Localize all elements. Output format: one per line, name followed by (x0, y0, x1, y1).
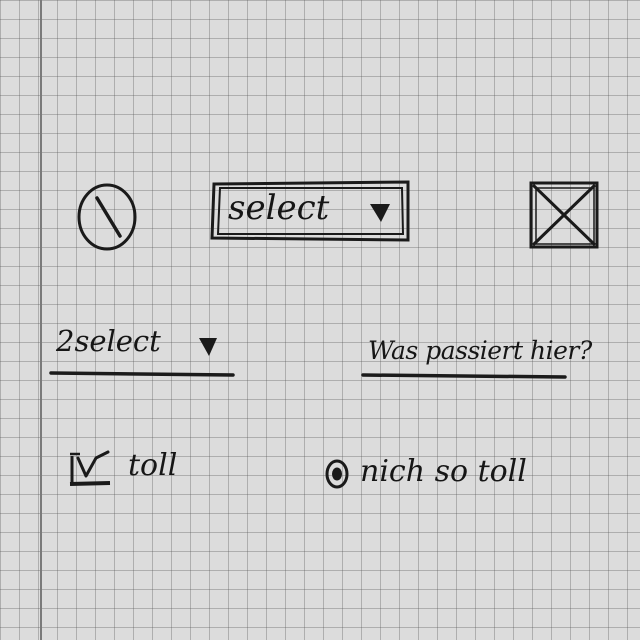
hyperlink[interactable]: Was passiert hier? (361, 334, 592, 384)
underline (49, 371, 235, 377)
hyperlink-label: Was passiert hier? (368, 336, 592, 365)
image-placeholder-icon (529, 181, 599, 249)
radio-selected-icon[interactable] (324, 458, 352, 490)
underline-select-dropdown[interactable]: 2select (49, 322, 236, 380)
no-entry-icon[interactable] (76, 182, 138, 252)
paper-margin-line (40, 0, 42, 640)
triangle-down-icon[interactable] (368, 202, 392, 224)
underline-select-label: 2select (56, 324, 161, 358)
link-underline (361, 373, 567, 379)
select-dropdown-label: select (228, 188, 330, 228)
radio-nich-so-toll[interactable]: nich so toll (322, 452, 527, 498)
select-dropdown[interactable]: select (210, 178, 410, 242)
radio-label: nich so toll (360, 454, 527, 489)
checkbox-toll[interactable]: toll (68, 446, 198, 492)
checkbox-label: toll (128, 448, 178, 483)
checkbox-checked-icon[interactable] (68, 450, 116, 490)
triangle-down-icon[interactable] (197, 336, 219, 358)
